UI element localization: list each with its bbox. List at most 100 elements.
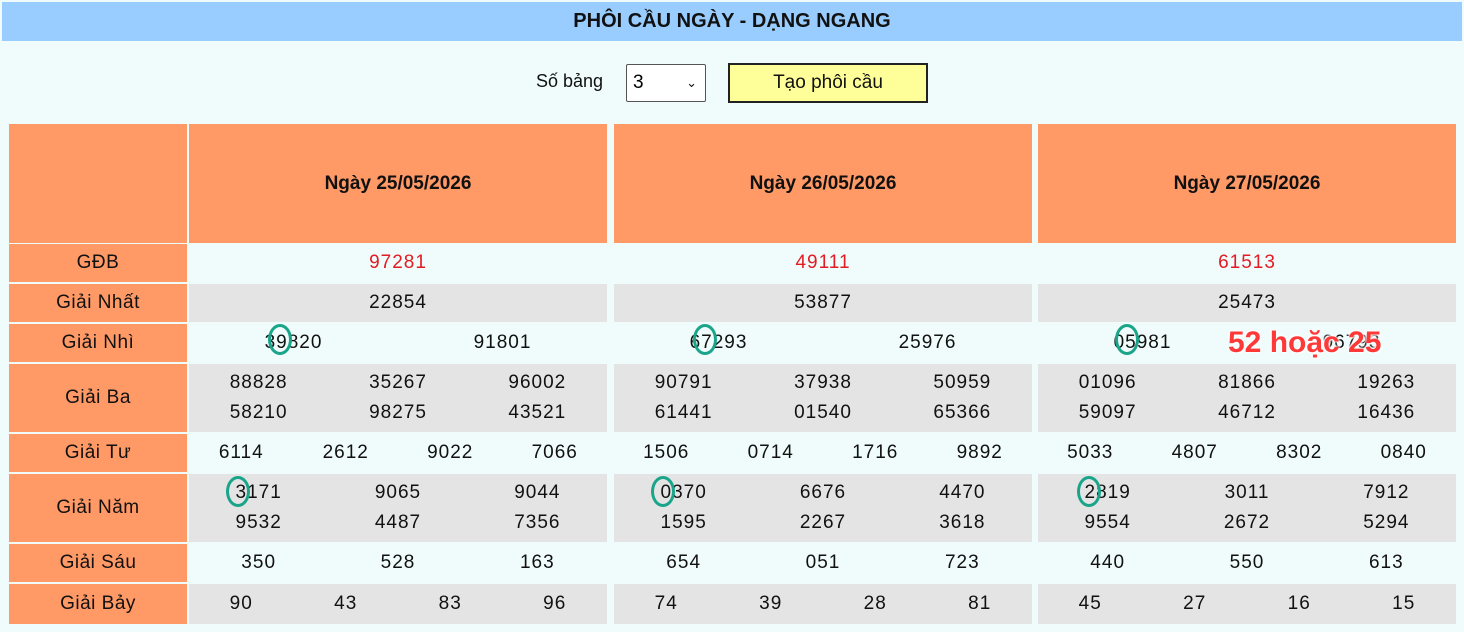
prize-number: 6676 (799, 482, 847, 503)
prize-number: 7356 (514, 512, 561, 533)
cell-g7: 74 39 28 81 (614, 584, 1032, 624)
prize-number: 4487 (374, 512, 422, 533)
prize-number: 9065 (374, 482, 422, 503)
highlight-circle-icon (693, 324, 717, 355)
prize-number: 35267 (369, 372, 427, 393)
prize-number: 9044 (514, 482, 561, 503)
cell-g6: 440 550 613 (1038, 544, 1456, 582)
prize-number: 90 (229, 593, 253, 614)
chevron-down-icon: ⌄ (686, 75, 697, 90)
cell-g3: 88828 35267 96002 58210 98275 43521 (189, 364, 607, 432)
prize-number: 50959 (933, 372, 992, 393)
prize-number: 59097 (1078, 402, 1137, 423)
prize-number: 7066 (531, 442, 578, 463)
prize-number: 9022 (427, 442, 474, 463)
prize-number: 96 (543, 593, 567, 614)
prize-number: 28 (863, 593, 887, 614)
row-label-g4: Giải Tư (9, 434, 187, 472)
row-label-g2: Giải Nhì (9, 324, 187, 362)
cell-gdb: 61513 (1038, 244, 1456, 282)
prize-number: 61441 (654, 402, 713, 423)
cell-g2: 39820 91801 (189, 324, 607, 362)
cell-g3: 01096 81866 19263 59097 46712 16436 (1038, 364, 1456, 432)
prize-number: 2672 (1223, 512, 1271, 533)
prize-number: 1716 (852, 442, 899, 463)
highlight-circle-icon (268, 324, 292, 355)
prize-number: 46712 (1218, 402, 1276, 423)
prize-number: 45 (1078, 593, 1102, 614)
cell-gdb: 49111 (614, 244, 1032, 282)
count-select-value: 3 (633, 72, 644, 93)
prize-number: 163 (519, 552, 555, 573)
prize-number: 22854 (369, 292, 427, 313)
prize-number: 5033 (1067, 442, 1114, 463)
prize-number: 8302 (1276, 442, 1323, 463)
count-label: Số bảng (536, 71, 604, 91)
prize-number: 0840 (1380, 442, 1427, 463)
prize-number: 81 (968, 593, 992, 614)
cell-g4: 5033 4807 8302 0840 (1038, 434, 1456, 472)
prize-number: 723 (944, 552, 980, 573)
date-header: Ngày 27/05/2026 (1038, 124, 1456, 243)
cell-gdb: 97281 (189, 244, 607, 282)
prize-number: 25473 (1218, 292, 1276, 313)
cell-g4: 6114 2612 9022 7066 (189, 434, 607, 472)
cell-g6: 350 528 163 (189, 544, 607, 582)
prize-number: 16 (1287, 593, 1311, 614)
cell-g3: 90791 37938 50959 61441 01540 65366 (614, 364, 1032, 432)
prize-number: 4807 (1171, 442, 1218, 463)
prize-number: 15 (1392, 593, 1416, 614)
prize-number: 5294 (1363, 512, 1410, 533)
prize-number: 1506 (643, 442, 690, 463)
highlight-circle-icon (1115, 324, 1139, 355)
prize-number: 3011 (1224, 482, 1270, 503)
prize-number: 88828 (229, 372, 288, 393)
prize-number: 65366 (933, 402, 992, 423)
prize-number: 3618 (939, 512, 986, 533)
prize-number: 58210 (229, 402, 288, 423)
prize-number: 27 (1183, 593, 1207, 614)
prize-number: 53877 (794, 292, 852, 313)
prize-number: 91801 (473, 332, 532, 353)
prize-number: 25976 (898, 332, 957, 353)
prize-number: 7912 (1363, 482, 1410, 503)
prize-number: 39 (759, 593, 783, 614)
cell-g1: 25473 (1038, 284, 1456, 322)
generate-button[interactable]: Tạo phôi cầu (728, 63, 928, 103)
prize-number: 01096 (1078, 372, 1137, 393)
prize-number: 2267 (799, 512, 847, 533)
cell-g4: 1506 0714 1716 9892 (614, 434, 1032, 472)
row-label-gdb: GĐB (9, 244, 187, 282)
prize-number: 90791 (654, 372, 713, 393)
prize-number: 051 (805, 552, 841, 573)
prize-number: 350 (241, 552, 277, 573)
date-header: Ngày 26/05/2026 (614, 124, 1032, 243)
prize-number: 0714 (747, 442, 794, 463)
prize-number: 550 (1229, 552, 1265, 573)
prize-number: 16436 (1357, 402, 1416, 423)
prize-number: 4470 (939, 482, 986, 503)
cell-g1: 53877 (614, 284, 1032, 322)
cell-g5: 3171 9065 9044 9532 4487 7356 (189, 474, 607, 542)
count-select[interactable]: 3 ⌄ (626, 64, 706, 102)
prize-number: 9554 (1084, 512, 1131, 533)
cell-g6: 654 051 723 (614, 544, 1032, 582)
highlight-circle-icon (226, 476, 250, 507)
prize-number: 654 (666, 552, 702, 573)
highlight-circle-icon (651, 476, 675, 507)
controls-bar: Số bảng 3 ⌄ Tạo phôi cầu (0, 62, 1464, 103)
row-label-g5: Giải Năm (9, 474, 187, 542)
cell-g2: 67293 25976 (614, 324, 1032, 362)
prize-number: 98275 (369, 402, 427, 423)
prize-number: 81866 (1218, 372, 1276, 393)
prize-number: 61513 (1218, 252, 1276, 273)
prize-number: 01540 (794, 402, 852, 423)
prize-number: 83 (438, 593, 462, 614)
prize-number: 1595 (660, 512, 707, 533)
date-header: Ngày 25/05/2026 (189, 124, 607, 243)
cell-g7: 90 43 83 96 (189, 584, 607, 624)
cell-g5: 0370 6676 4470 1595 2267 3618 (614, 474, 1032, 542)
row-label-g7: Giải Bảy (9, 584, 187, 624)
prize-number: 43 (334, 593, 358, 614)
prize-number: 440 (1090, 552, 1126, 573)
